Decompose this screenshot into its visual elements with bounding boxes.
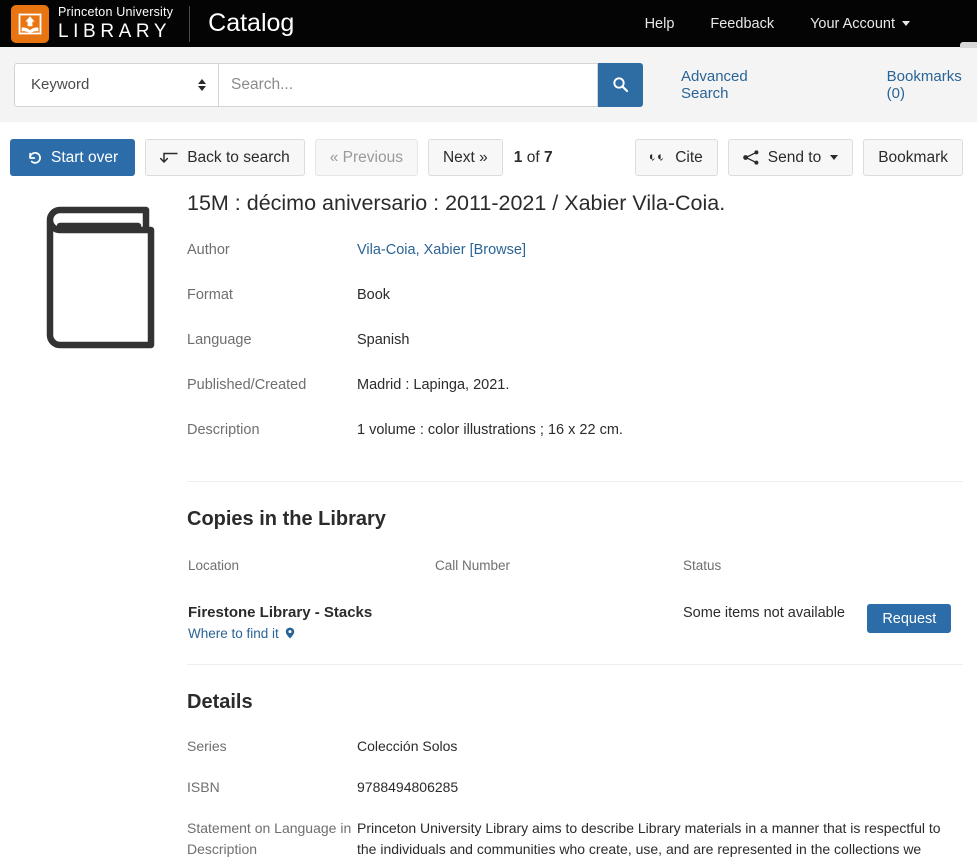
field-value-author: Vila-Coia, Xabier [Browse] (357, 240, 963, 285)
brand-line-1: Princeton University (58, 5, 174, 20)
bookmark-button[interactable]: Bookmark (863, 139, 963, 176)
location-name: Firestone Library - Stacks (188, 604, 373, 622)
advanced-search-link[interactable]: Advanced Search (681, 68, 774, 102)
book-placeholder-icon (46, 206, 155, 349)
chevron-down-icon (830, 155, 839, 160)
search-scope-value: Keyword (31, 76, 90, 93)
field-label-isbn: ISBN (187, 779, 220, 796)
search-input-group: Keyword (14, 62, 643, 107)
map-pin-icon (285, 627, 294, 639)
search-icon (613, 77, 629, 93)
share-icon (742, 150, 760, 165)
brand-line-2: LIBRARY (58, 20, 172, 42)
field-label-published-created: Published/Created (187, 376, 307, 393)
result-counter-separator: of (522, 148, 544, 166)
princeton-shield-icon (11, 4, 49, 43)
column-header-call-number: Call Number (435, 558, 511, 574)
field-value-isbn: 9788494806285 (357, 779, 459, 796)
app-title: Catalog (208, 9, 295, 37)
table-row: Firestone Library - Stacks Where to find… (187, 603, 963, 642)
brand-logo[interactable]: Princeton University LIBRARY (11, 4, 173, 43)
section-divider (187, 481, 963, 483)
record-info-column: 15M : décimo aniversario : 2011-2021 / X… (187, 190, 963, 861)
details-heading: Details (187, 691, 253, 714)
column-header-location: Location (188, 558, 240, 574)
result-counter: 1 of 7 (514, 149, 553, 167)
cite-label: Cite (675, 148, 703, 166)
search-scope-select[interactable]: Keyword (14, 62, 218, 107)
undo-icon (27, 150, 43, 166)
field-label-series: Series (187, 738, 227, 755)
page-title: 15M : décimo aniversario : 2011-2021 / X… (187, 191, 726, 215)
record-field-list: Author Vila-Coia, Xabier [Browse] Format… (187, 240, 963, 465)
brand-divider (189, 5, 191, 42)
field-value-format: Book (357, 286, 391, 303)
scrollbar-corner[interactable] (960, 42, 977, 48)
search-bar: Keyword Advanced Search Bookmarks (0) (0, 47, 977, 122)
request-button[interactable]: Request (867, 604, 952, 634)
arrow-left-icon (160, 151, 179, 165)
cell-location: Firestone Library - Stacks Where to find… (187, 603, 434, 642)
where-to-find-it-link[interactable]: Where to find it (188, 626, 433, 641)
start-over-button[interactable]: Start over (10, 139, 136, 176)
cell-action: Request (866, 603, 963, 642)
search-input[interactable] (218, 62, 598, 107)
quote-icon (650, 151, 667, 164)
top-navigation-bar: Princeton University LIBRARY Catalog Hel… (0, 0, 977, 48)
record-actions: Cite Send to Bookmark (635, 139, 963, 176)
field-value-published-created: Madrid : Lapinga, 2021. (357, 376, 510, 393)
field-value-statement-on-language: Princeton University Library aims to des… (357, 818, 963, 861)
details-field-list: Series Colección Solos ISBN 978849480628… (187, 736, 963, 861)
cell-call-number (434, 603, 682, 642)
field-label-statement-on-language: Statement on Language in Description (187, 820, 352, 858)
field-value-description: 1 volume : color illustrations ; 16 x 22… (357, 422, 623, 438)
search-submit-button[interactable] (598, 62, 643, 107)
up-down-chevron-icon (198, 78, 206, 91)
record-toolbar: Start over Back to search « Previous Nex… (0, 122, 977, 176)
cite-button[interactable]: Cite (635, 139, 718, 176)
cell-status: Some items not available (683, 605, 845, 622)
previous-button: « Previous (314, 139, 418, 176)
field-value-language: Spanish (357, 331, 410, 348)
bookmarks-link[interactable]: Bookmarks (0) (887, 68, 963, 102)
field-label-author: Author (187, 241, 230, 258)
chevron-down-icon (902, 21, 910, 26)
start-over-label: Start over (51, 148, 119, 166)
holdings-table: Location Call Number Status Firestone Li… (187, 557, 963, 642)
brand-wordmark: Princeton University LIBRARY (58, 6, 173, 41)
record-container: 15M : décimo aniversario : 2011-2021 / X… (0, 176, 977, 861)
back-to-search-button[interactable]: Back to search (145, 139, 305, 176)
holdings-header-row: Location Call Number Status (187, 557, 963, 603)
column-header-status: Status (683, 558, 722, 574)
nav-your-account[interactable]: Your Account (810, 16, 910, 32)
send-to-button[interactable]: Send to (727, 139, 854, 176)
nav-feedback[interactable]: Feedback (710, 16, 774, 32)
field-value-series: Colección Solos (357, 738, 458, 755)
field-label-language: Language (187, 331, 252, 348)
top-nav-links: Help Feedback Your Account (609, 0, 977, 47)
result-counter-total: 7 (543, 148, 553, 166)
section-divider (187, 664, 963, 666)
thumbnail-column (14, 190, 187, 861)
nav-your-account-label: Your Account (810, 15, 895, 32)
where-to-find-it-label: Where to find it (188, 626, 279, 642)
field-label-description: Description (187, 422, 260, 438)
send-to-label: Send to (767, 148, 822, 166)
statement-text: Princeton University Library aims to des… (357, 820, 941, 858)
field-label-format: Format (187, 286, 233, 303)
nav-help[interactable]: Help (645, 16, 675, 32)
author-browse-link[interactable]: Vila-Coia, Xabier [Browse] (357, 242, 526, 258)
next-button[interactable]: Next » (427, 139, 503, 176)
back-to-search-label: Back to search (187, 148, 290, 166)
copies-heading: Copies in the Library (187, 508, 386, 531)
